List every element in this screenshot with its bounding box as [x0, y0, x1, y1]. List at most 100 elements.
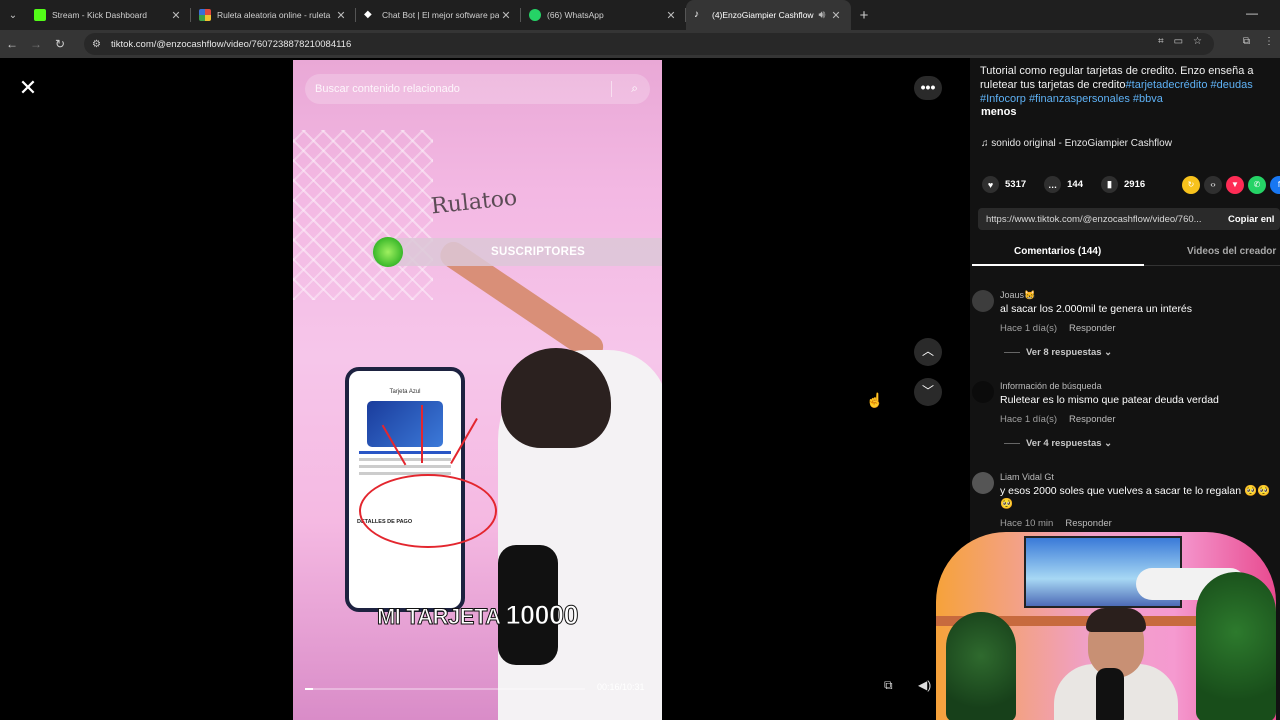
close-tab-icon[interactable]: ✕: [664, 9, 678, 22]
tab-title: Ruleta aleatoria online - ruleta: [217, 10, 331, 20]
hashtag-link[interactable]: #bbva: [1133, 93, 1163, 105]
close-tab-icon[interactable]: ✕: [829, 9, 843, 22]
related-search-input[interactable]: Buscar contenido relacionado ⌕: [305, 74, 650, 104]
green-dot-icon: [373, 237, 403, 267]
tab-comments[interactable]: Comentarios (144): [1014, 246, 1101, 257]
whiteboard-text: Rulatoo: [429, 185, 519, 220]
tab-title: (4)EnzoGiampier Cashflow: [712, 10, 814, 20]
comment-meta: Hace 1 día(s) Responder: [1000, 414, 1116, 425]
send-icon[interactable]: ▼: [1226, 176, 1244, 194]
url-text: tiktok.com/@enzocashflow/video/760723887…: [110, 38, 352, 50]
comment-count: 144: [1067, 179, 1083, 190]
hashtag-link[interactable]: #finanzaspersonales: [1029, 93, 1130, 105]
music-note-icon: ♫: [981, 138, 992, 149]
music-row[interactable]: ♫ sonido original - EnzoGiampier Cashflo…: [981, 138, 1172, 149]
omnibox-actions: ⌗ ▭ ☆: [1158, 36, 1202, 47]
wall-pattern: [293, 130, 433, 300]
minimize-window-button[interactable]: —: [1246, 6, 1258, 20]
active-tab-underline: [972, 264, 1144, 266]
tiktok-video-page: ✕ Rulatoo SUSCRIPTORES Tarjeta Azul DETA…: [0, 58, 1280, 720]
subscribe-bar: SUSCRIPTORES: [371, 237, 662, 267]
video-description: Tutorial como regular tarjetas de credit…: [980, 64, 1280, 106]
address-bar-row: ← → ↻ ⚙ tiktok.com/@enzocashflow/video/7…: [0, 30, 1280, 58]
comment-icon[interactable]: …: [1044, 176, 1062, 193]
video-progress-bar[interactable]: [305, 688, 585, 690]
progress-fill: [305, 688, 314, 690]
cast-icon[interactable]: ▭: [1174, 36, 1183, 47]
subscribe-text: SUSCRIPTORES: [491, 246, 586, 258]
hashtag-link[interactable]: #deudas: [1211, 79, 1253, 91]
comment-text: y esos 2000 soles que vuelves a sacar te…: [1000, 485, 1271, 510]
tab-ruleta[interactable]: Ruleta aleatoria online - ruleta ✕: [191, 0, 356, 30]
tab-tiktok[interactable]: ♪ (4)EnzoGiampier Cashflow 🔊︎ ✕: [686, 0, 851, 30]
tab-whatsapp[interactable]: (66) WhatsApp ✕: [521, 0, 686, 30]
close-tab-icon[interactable]: ✕: [334, 9, 348, 22]
share-link-text[interactable]: https://www.tiktok.com/@enzocashflow/vid…: [978, 214, 1228, 225]
reply-button[interactable]: Responder: [1069, 414, 1115, 425]
site-info-icon[interactable]: ⚙: [92, 39, 101, 50]
whatsapp-favicon-icon: [529, 9, 541, 21]
reload-icon[interactable]: ↻: [48, 37, 72, 51]
view-replies-button[interactable]: Ver 4 respuestas ⌄: [1004, 438, 1112, 449]
close-tab-icon[interactable]: ✕: [499, 9, 513, 22]
comment-time: Hace 1 día(s): [1000, 414, 1058, 425]
whatsapp-share-icon[interactable]: ✆: [1248, 176, 1266, 194]
webcam-overlay: [936, 532, 1276, 720]
caption-number: 10000: [505, 600, 579, 631]
show-less-link[interactable]: menos: [981, 106, 1016, 118]
streamer-microphone: [1096, 668, 1124, 720]
search-icon[interactable]: ⌕: [631, 81, 638, 96]
tab-chatbot[interactable]: ◆ Chat Bot | El mejor software pa ✕: [356, 0, 521, 30]
tab-title: Chat Bot | El mejor software pa: [382, 10, 499, 20]
comment-text: Ruletear es lo mismo que patear deuda ve…: [1000, 394, 1219, 406]
hashtag-link[interactable]: #tarjetadecrédito: [1126, 79, 1208, 91]
phone-row: [359, 458, 451, 461]
repost-icon[interactable]: ↻: [1182, 176, 1200, 194]
avatar[interactable]: [972, 472, 994, 494]
copy-link-button[interactable]: Copiar enl: [1228, 214, 1274, 225]
avatar[interactable]: [972, 381, 994, 403]
plant-shape: [1196, 572, 1276, 720]
comment-username[interactable]: Información de búsqueda: [1000, 381, 1102, 391]
extensions-icon[interactable]: ⧉: [1243, 36, 1250, 47]
more-options-button[interactable]: •••: [914, 76, 942, 100]
forward-icon[interactable]: →: [24, 37, 48, 51]
volume-icon[interactable]: ◀): [918, 678, 931, 692]
comment-meta: Hace 1 día(s) Responder: [1000, 323, 1116, 334]
caption-text: MI TARJETA: [376, 604, 506, 630]
comment-time: Hace 1 día(s): [1000, 323, 1058, 334]
facebook-share-icon[interactable]: f: [1270, 176, 1280, 194]
plant-shape: [946, 612, 1016, 720]
tab-creator-videos[interactable]: Videos del creador: [1187, 246, 1276, 257]
comment-username[interactable]: Liam Vidal Gt: [1000, 472, 1054, 482]
previous-video-button[interactable]: ︿: [914, 338, 942, 366]
red-circle-annotation: [359, 474, 497, 548]
new-tab-button[interactable]: +: [851, 7, 877, 24]
close-tab-icon[interactable]: ✕: [169, 9, 183, 22]
hashtag-link[interactable]: #Infocorp: [980, 93, 1026, 105]
tiktok-favicon-icon: ♪: [694, 9, 699, 20]
comment-username[interactable]: Joaus😸: [1000, 290, 1035, 301]
tab-search-button[interactable]: ⌄: [0, 0, 26, 30]
reply-button[interactable]: Responder: [1069, 323, 1115, 334]
bookmark-icon[interactable]: ▮: [1101, 176, 1118, 193]
back-icon[interactable]: ←: [0, 37, 24, 51]
reply-button[interactable]: Responder: [1065, 518, 1111, 529]
like-heart-icon[interactable]: ♥: [982, 176, 999, 193]
embed-icon[interactable]: ‹›: [1204, 176, 1222, 194]
speaker-icon[interactable]: 🔊︎: [815, 9, 829, 22]
view-replies-button[interactable]: Ver 8 respuestas ⌄: [1004, 347, 1112, 358]
picture-in-picture-icon[interactable]: ⧉: [884, 678, 893, 693]
close-icon[interactable]: ✕: [14, 74, 42, 102]
address-input[interactable]: ⚙ tiktok.com/@enzocashflow/video/7607238…: [84, 33, 1214, 55]
panel-tabs: Comentarios (144) Videos del creador: [972, 240, 1280, 266]
avatar[interactable]: [972, 290, 994, 312]
next-video-button[interactable]: ﹀: [914, 378, 942, 406]
profile-menu-icon[interactable]: ⋮: [1264, 36, 1274, 47]
engagement-stats: ♥ 5317 … 144 ▮ 2916: [982, 176, 1163, 193]
translate-icon[interactable]: ⌗: [1158, 36, 1164, 47]
video-player[interactable]: Rulatoo SUSCRIPTORES Tarjeta Azul DETALL…: [293, 60, 662, 720]
bookmark-star-icon[interactable]: ☆: [1193, 36, 1202, 47]
tab-title: Stream - Kick Dashboard: [52, 10, 147, 20]
tab-kick[interactable]: Stream - Kick Dashboard ✕: [26, 0, 191, 30]
